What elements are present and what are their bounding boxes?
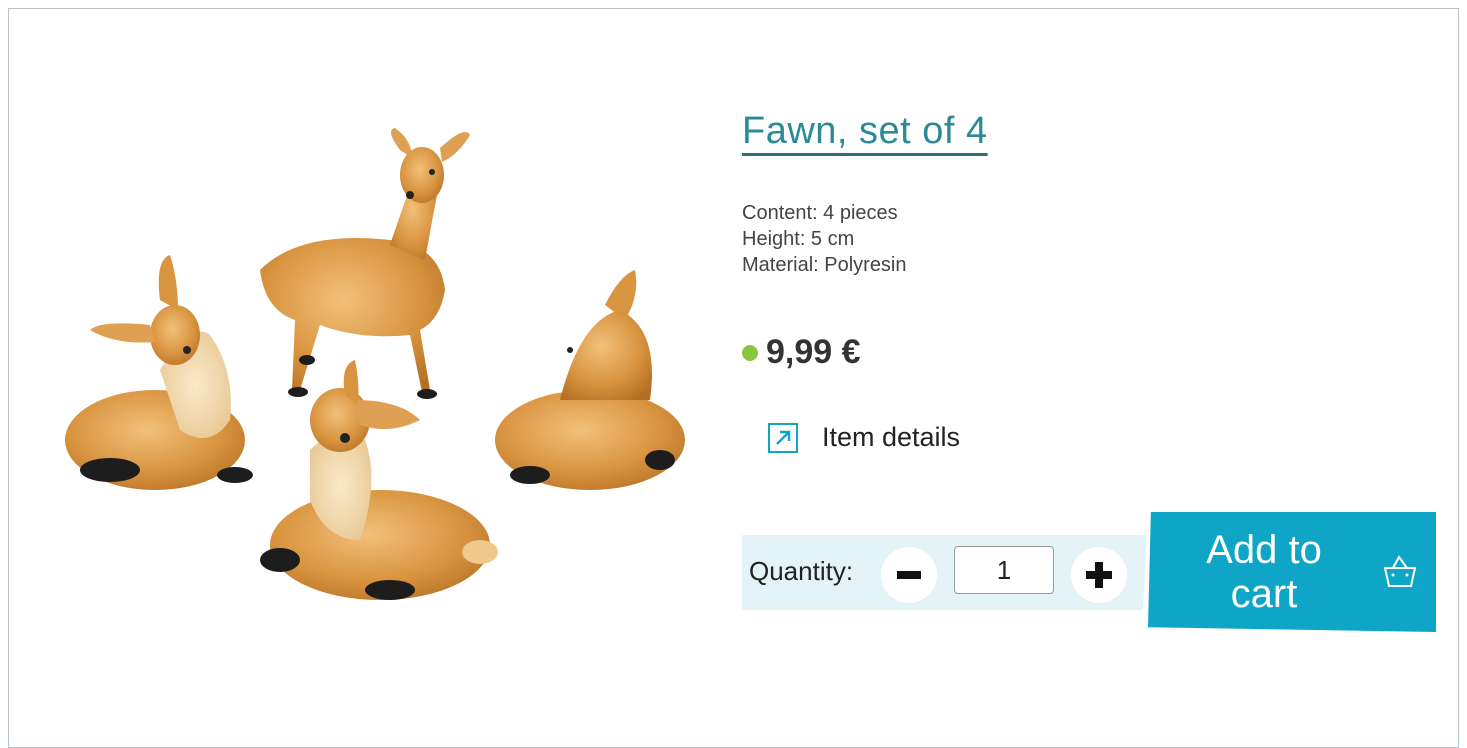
item-details-label: Item details — [822, 422, 961, 452]
add-to-cart-button[interactable]: Add to cart — [1148, 512, 1436, 632]
price-row: 9,99 € — [742, 333, 861, 372]
add-to-cart-label: Add to cart — [1174, 528, 1354, 616]
quantity-increase-button[interactable] — [1071, 547, 1127, 603]
fawn-standing — [260, 128, 470, 399]
quantity-decrease-button[interactable] — [881, 547, 937, 603]
basket-icon — [1383, 555, 1417, 587]
product-specs: Content: 4 pieces Height: 5 cm Material:… — [742, 200, 907, 278]
spec-height: Height: 5 cm — [742, 228, 855, 250]
product-title[interactable]: Fawn, set of 4 — [742, 110, 988, 153]
fawn-lying-left — [65, 255, 253, 490]
plus-icon — [1086, 562, 1112, 588]
minus-icon — [897, 571, 921, 579]
add-to-cart-label-line1: Add to — [1206, 528, 1322, 572]
product-image[interactable] — [60, 120, 700, 620]
spec-content: Content: 4 pieces — [742, 202, 898, 224]
quantity-input[interactable] — [954, 546, 1054, 594]
add-to-cart-label-line2: cart — [1230, 572, 1298, 616]
item-details-link[interactable]: Item details — [768, 422, 960, 453]
external-link-arrow-icon — [768, 422, 798, 453]
fawn-lying-right — [495, 270, 685, 490]
product-price: 9,99 € — [766, 333, 861, 371]
spec-material: Material: Polyresin — [742, 254, 907, 276]
availability-dot-icon — [742, 344, 758, 361]
quantity-label: Quantity: — [749, 556, 854, 586]
